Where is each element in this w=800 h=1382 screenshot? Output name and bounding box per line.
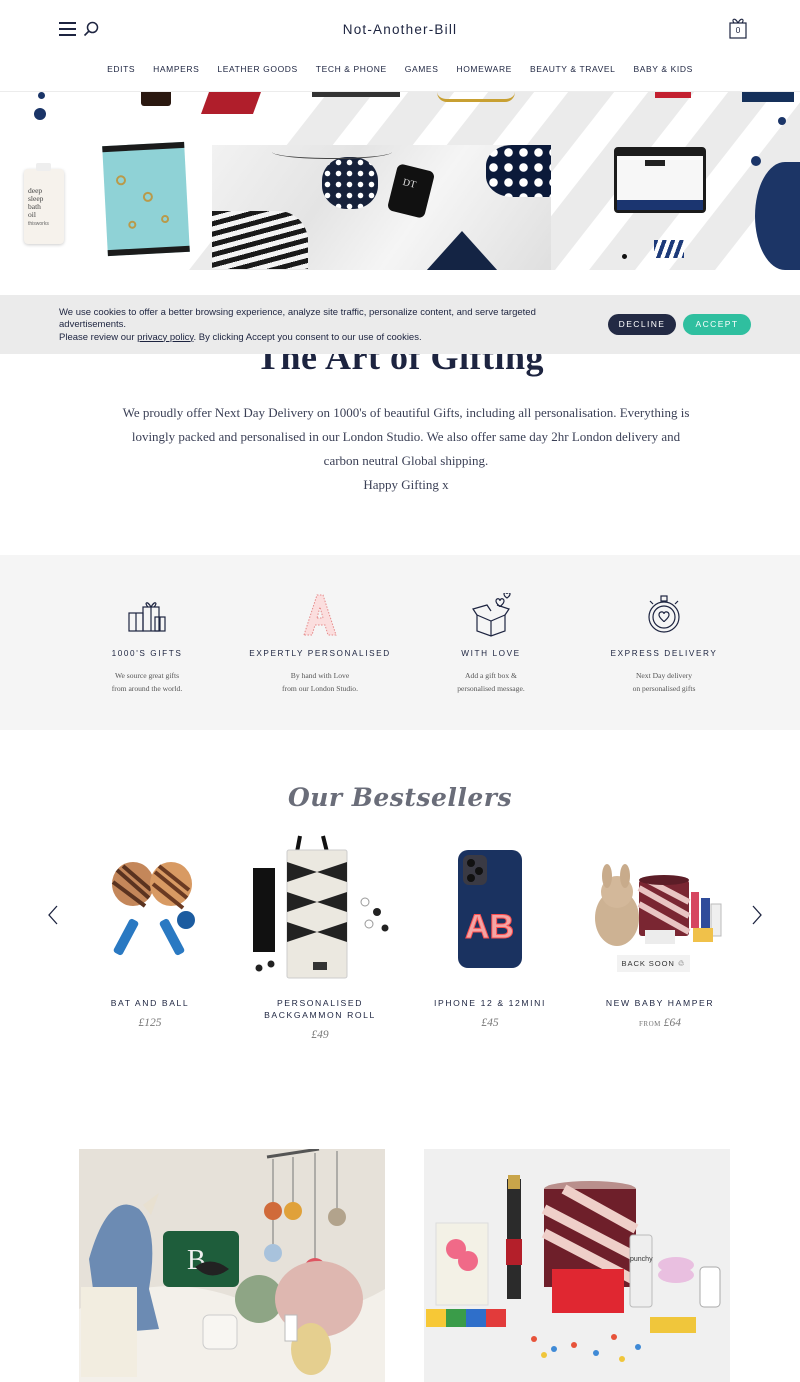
- svg-text:punchy: punchy: [630, 1256, 653, 1263]
- accept-button[interactable]: ACCEPT: [683, 314, 751, 335]
- nav-beauty-travel[interactable]: BEAUTY & TRAVEL: [530, 64, 616, 74]
- carousel-next-arrow[interactable]: [750, 904, 764, 926]
- brand-logo[interactable]: Not-Another-Bill: [0, 22, 800, 37]
- nav-edits[interactable]: EDITS: [107, 64, 135, 74]
- product-price: £125: [138, 1017, 162, 1029]
- product-name: IPHONE 12 & 12MINI: [434, 998, 546, 1008]
- intro-text: We proudly offer Next Day Delivery on 10…: [122, 405, 690, 492]
- cart-count: 0: [735, 25, 741, 35]
- product-card[interactable]: PERSONALISED BACKGAMMON ROLL £49: [245, 832, 395, 1041]
- product-image[interactable]: [245, 832, 395, 982]
- nav-homeware[interactable]: HOMEWARE: [456, 64, 512, 74]
- category-tile-hampers[interactable]: punchy: [424, 1149, 730, 1382]
- privacy-policy-link[interactable]: privacy policy: [137, 332, 193, 343]
- svg-text:AB: AB: [465, 908, 514, 946]
- nav-baby-kids[interactable]: BABY & KIDS: [634, 64, 693, 74]
- main-nav: EDITS HAMPERS LEATHER GOODS TECH & PHONE…: [0, 64, 800, 74]
- nav-tech-phone[interactable]: TECH & PHONE: [316, 64, 387, 74]
- cookie-message: We use cookies to offer a better browsin…: [59, 307, 536, 343]
- product-name: NEW BABY HAMPER: [605, 998, 715, 1008]
- carousel-prev-arrow[interactable]: [46, 904, 60, 926]
- product-card[interactable]: BAT AND BALL £125: [75, 832, 225, 1029]
- product-card[interactable]: AB IPHONE 12 & 12MINI £45: [415, 832, 565, 1029]
- feature-with-love: WITH LOVE Add a gift box & personalised m…: [411, 591, 571, 695]
- cart-button[interactable]: 0: [728, 16, 748, 40]
- bath-oil-bottle: deep sleep bath oil thisworks: [24, 163, 64, 244]
- product-name: PERSONALISED BACKGAMMON ROLL: [264, 998, 376, 1020]
- feature-personalised: EXPERTLY PERSONALISED By hand with Love f…: [240, 593, 400, 695]
- features-strip: 1000'S GIFTS We source great gifts from a…: [0, 555, 800, 730]
- feature-express: EXPRESS DELIVERY Next Day delivery on per…: [584, 593, 744, 695]
- feature-gifts: 1000'S GIFTS We source great gifts from a…: [67, 593, 227, 695]
- hamper-gifts-image: punchy: [424, 1149, 730, 1382]
- letter-a-icon: [303, 594, 337, 636]
- jewellery-roll: [102, 141, 190, 257]
- product-image[interactable]: [75, 832, 225, 982]
- product-image[interactable]: AB: [415, 832, 565, 982]
- product-price: £45: [481, 1017, 499, 1029]
- hero-banner[interactable]: deep sleep bath oil thisworks DT: [0, 92, 800, 270]
- hero-photo: DT: [212, 145, 551, 270]
- site-header: Not-Another-Bill 0 EDITS HAMPERS LEATHER…: [0, 0, 800, 92]
- nav-games[interactable]: GAMES: [405, 64, 439, 74]
- stopwatch-heart-icon: [648, 595, 680, 633]
- product-price: FROM £64: [639, 1017, 681, 1029]
- product-card[interactable]: BACK SOON ♲ NEW BABY HAMPER FROM £64: [585, 832, 735, 1029]
- nav-leather-goods[interactable]: LEATHER GOODS: [217, 64, 297, 74]
- product-price: £49: [311, 1029, 329, 1041]
- nav-hampers[interactable]: HAMPERS: [153, 64, 199, 74]
- cookie-banner: We use cookies to offer a better browsin…: [0, 295, 800, 354]
- product-image[interactable]: BACK SOON ♲: [585, 832, 735, 982]
- product-name: BAT AND BALL: [110, 998, 190, 1008]
- box-hearts-icon: [472, 591, 511, 637]
- back-soon-badge: BACK SOON ♲: [617, 955, 690, 972]
- category-tile-baby[interactable]: B: [79, 1149, 385, 1382]
- bestsellers-heading: Our Bestsellers: [287, 783, 513, 812]
- decline-button[interactable]: DECLINE: [608, 314, 676, 335]
- wash-bag: [614, 147, 706, 213]
- baby-gifts-image: B: [79, 1149, 385, 1382]
- gift-boxes-icon: [128, 602, 166, 632]
